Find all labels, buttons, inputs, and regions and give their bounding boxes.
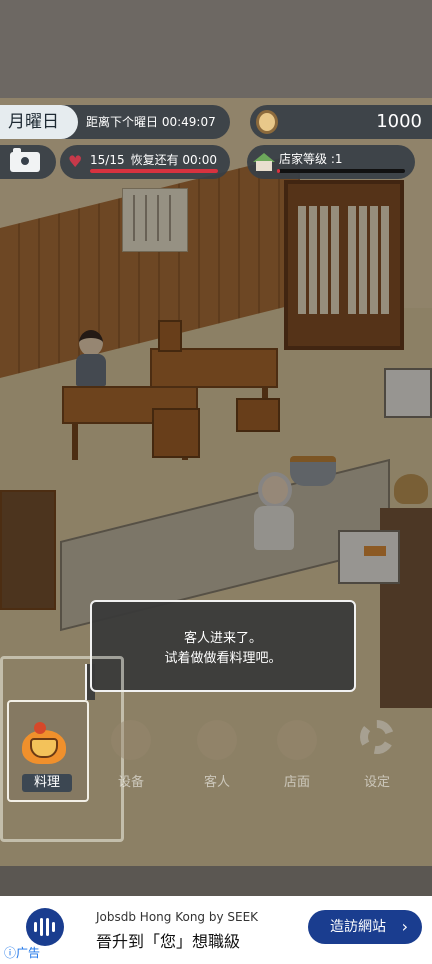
ad-banner[interactable]: ⓘ广告 Jobsdb Hong Kong by SEEK 晉升到「您」想職級 造… — [0, 896, 432, 964]
stamina-bar-fill — [90, 169, 218, 173]
shop-level-bar — [277, 169, 405, 173]
ad-visit-button[interactable]: 造訪網站 › — [308, 910, 422, 944]
camera-button[interactable] — [0, 145, 56, 179]
tutorial-line-2: 试着做做看料理吧。 — [164, 651, 282, 666]
nav-settings-label: 设定 — [363, 775, 390, 790]
house-icon — [253, 153, 275, 171]
coin-count: 1000 — [376, 111, 422, 132]
day-panel: 月曜日 距离下个曜日 00:49:07 — [0, 105, 230, 139]
recover-timer: 恢复还有 00:00 — [130, 153, 217, 167]
nav-settings[interactable]: 设定 — [342, 712, 412, 802]
camera-icon — [10, 148, 40, 172]
ad-info-icon: ⓘ — [4, 946, 17, 960]
nav-equipment[interactable]: 设备 — [96, 712, 166, 802]
shop-icon — [277, 720, 317, 760]
tutorial-bubble[interactable]: 客人进来了。 试着做做看料理吧。 — [90, 600, 356, 692]
game-screen: 月曜日 距离下个曜日 00:49:07 1000 ♥ 15/15 恢复还有 00:… — [0, 0, 432, 964]
shop-level-bar-fill — [277, 169, 280, 173]
equipment-icon — [111, 720, 151, 760]
seek-logo-icon — [26, 908, 64, 946]
bottom-strip — [0, 866, 432, 896]
coin-panel[interactable]: 1000 — [250, 105, 432, 139]
stamina-bar — [90, 169, 218, 173]
weekday-label: 月曜日 — [0, 105, 78, 139]
stamina-count: 15/15 — [90, 153, 125, 167]
ad-visit-label: 造訪網站 — [330, 919, 386, 935]
stamina-panel[interactable]: ♥ 15/15 恢复还有 00:00 — [60, 145, 230, 179]
gear-icon — [360, 720, 394, 754]
tutorial-line-1: 客人进来了。 — [183, 631, 262, 646]
shop-level-panel[interactable]: 店家等级 :1 — [247, 145, 415, 179]
nav-equipment-label: 设备 — [117, 775, 144, 790]
cooking-pot-icon — [20, 722, 68, 764]
ad-label: ⓘ广告 — [4, 944, 40, 961]
coin-icon — [256, 110, 278, 134]
ad-sponsor: Jobsdb Hong Kong by SEEK — [96, 910, 259, 924]
nav-cooking-label: 料理 — [22, 774, 72, 792]
top-border — [0, 0, 432, 100]
chevron-right-icon: › — [401, 917, 408, 936]
ad-tag-text: 广告 — [16, 946, 41, 960]
nav-shop[interactable]: 店面 — [262, 712, 332, 802]
ad-headline: 晉升到「您」想職級 — [96, 932, 241, 951]
nav-guests-label: 客人 — [203, 775, 230, 790]
guests-icon — [197, 720, 237, 760]
nav-cooking[interactable]: 料理 — [12, 712, 82, 802]
heart-icon: ♥ — [68, 152, 83, 171]
next-day-timer: 距离下个曜日 00:49:07 — [86, 115, 216, 129]
nav-guests[interactable]: 客人 — [182, 712, 252, 802]
nav-shop-label: 店面 — [283, 775, 310, 790]
